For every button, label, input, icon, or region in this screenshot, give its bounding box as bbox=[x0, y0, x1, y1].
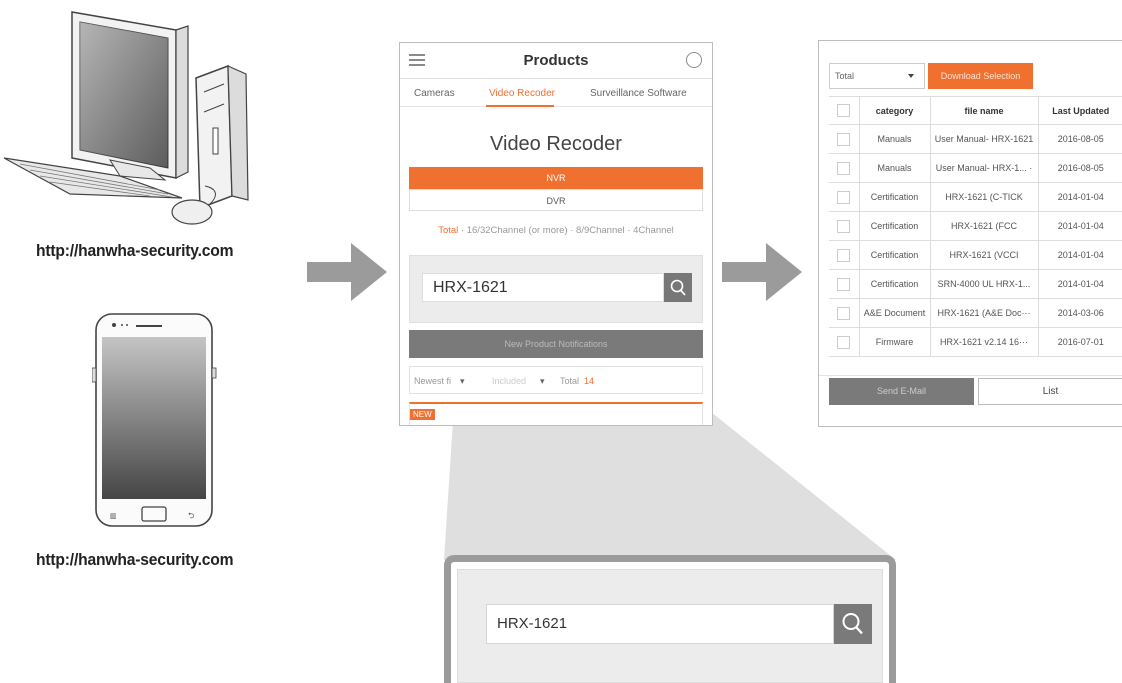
row-checkbox[interactable] bbox=[829, 240, 859, 270]
cell-file-name[interactable]: User Manual- HRX-1621 bbox=[929, 124, 1038, 154]
cell-updated: 2014-01-04 bbox=[1037, 240, 1122, 270]
search-input[interactable]: HRX-1621 bbox=[422, 273, 664, 302]
list-button[interactable]: List bbox=[978, 378, 1122, 405]
column-header-category: category bbox=[858, 96, 930, 125]
cell-file-name[interactable]: HRX-1621 v2.14 16··· bbox=[929, 327, 1038, 357]
table-row[interactable]: A&E Document HRX-1621 (A&E Doc··· 2014-0… bbox=[829, 298, 1122, 328]
cell-category: A&E Document bbox=[858, 298, 930, 328]
new-badge: NEW bbox=[410, 409, 435, 420]
section-heading: Video Recoder bbox=[490, 133, 622, 155]
total-label: Total bbox=[560, 376, 580, 386]
table-row[interactable]: Certification HRX-1621 (VCCI 2014-01-04 bbox=[829, 240, 1122, 270]
search-area: HRX-1621 bbox=[409, 255, 703, 323]
tab-cameras[interactable]: Cameras bbox=[414, 88, 455, 99]
cell-category: Manuals bbox=[858, 124, 930, 154]
table-row[interactable]: Firmware HRX-1621 v2.14 16··· 2016-07-01 bbox=[829, 327, 1122, 357]
search-icon bbox=[670, 279, 686, 296]
row-checkbox[interactable] bbox=[829, 327, 859, 357]
cell-category: Manuals bbox=[858, 153, 930, 183]
cell-category: Certification bbox=[858, 211, 930, 241]
cell-file-name[interactable]: User Manual- HRX-1... · bbox=[929, 153, 1038, 183]
tab-video-recoder[interactable]: Video Recoder bbox=[489, 88, 555, 99]
table-row[interactable]: Certification HRX-1621 (FCC 2014-01-04 bbox=[829, 211, 1122, 241]
table-row[interactable]: Certification SRN-4000 UL HRX-1... 2014-… bbox=[829, 269, 1122, 299]
cell-updated: 2014-01-04 bbox=[1037, 211, 1122, 241]
cell-file-name[interactable]: HRX-1621 (C-TICK bbox=[929, 182, 1038, 212]
chevron-down-icon: ▾ bbox=[460, 376, 465, 386]
cell-updated: 2014-01-04 bbox=[1037, 269, 1122, 299]
cell-file-name[interactable]: HRX-1621 (FCC bbox=[929, 211, 1038, 241]
document-type-value: Total bbox=[835, 71, 855, 81]
row-checkbox[interactable] bbox=[829, 182, 859, 212]
cell-file-name[interactable]: SRN-4000 UL HRX-1... bbox=[929, 269, 1038, 299]
cell-updated: 2016-07-01 bbox=[1037, 327, 1122, 357]
column-header-file-name: file name bbox=[929, 96, 1038, 125]
download-screen: Total Download Selection category file n… bbox=[818, 40, 1122, 427]
cell-updated: 2014-03-06 bbox=[1037, 298, 1122, 328]
column-header-last-updated: Last Updated bbox=[1037, 96, 1122, 125]
download-selection-button[interactable]: Download Selection bbox=[928, 63, 1033, 89]
cell-category: Certification bbox=[858, 182, 930, 212]
chevron-down-icon: ▾ bbox=[540, 376, 545, 386]
segment-nvr[interactable]: NVR bbox=[409, 167, 703, 189]
row-checkbox[interactable] bbox=[829, 269, 859, 299]
product-list-item[interactable]: NEW bbox=[409, 402, 703, 425]
cell-updated: 2016-08-05 bbox=[1037, 153, 1122, 183]
products-screen: Products Cameras Video Recoder Surveilla… bbox=[399, 42, 713, 426]
row-checkbox[interactable] bbox=[829, 153, 859, 183]
cell-file-name[interactable]: HRX-1621 (VCCI bbox=[929, 240, 1038, 270]
filter-16-32-channel[interactable]: 16/32Channel (or more) bbox=[467, 225, 568, 236]
category-tabs: Cameras Video Recoder Surveillance Softw… bbox=[400, 79, 712, 107]
app-header: Products bbox=[400, 43, 712, 79]
new-product-notifications-button[interactable]: New Product Notifications bbox=[409, 330, 703, 358]
zoomed-search-callout: HRX-1621 bbox=[444, 555, 896, 683]
cell-category: Certification bbox=[858, 240, 930, 270]
cell-category: Certification bbox=[858, 269, 930, 299]
table-header-row: category file name Last Updated bbox=[829, 96, 1122, 125]
document-type-select[interactable]: Total bbox=[829, 63, 925, 89]
select-all-checkbox[interactable] bbox=[829, 96, 859, 125]
caret-down-icon bbox=[908, 74, 914, 78]
channel-filter: Total · 16/32Channel (or more) · 8/9Chan… bbox=[438, 225, 674, 236]
search-icon bbox=[842, 613, 863, 635]
globe-icon[interactable] bbox=[686, 52, 702, 68]
sort-order-select[interactable]: Newest fi bbox=[414, 376, 451, 386]
filter-total[interactable]: Total bbox=[438, 225, 458, 236]
table-row[interactable]: Manuals User Manual- HRX-1621 2016-08-05 bbox=[829, 124, 1122, 154]
segment-dvr[interactable]: DVR bbox=[409, 189, 703, 211]
filter-8-9-channel[interactable]: 8/9Channel bbox=[576, 225, 625, 236]
zoomed-search-button[interactable] bbox=[834, 604, 872, 644]
total-count: 14 bbox=[584, 376, 595, 386]
cell-category: Firmware bbox=[858, 327, 930, 357]
page-title: Products bbox=[523, 52, 589, 69]
zoomed-search-input[interactable]: HRX-1621 bbox=[486, 604, 834, 644]
included-select[interactable]: Included bbox=[492, 376, 526, 386]
footer-divider bbox=[819, 375, 1122, 376]
row-checkbox[interactable] bbox=[829, 211, 859, 241]
active-tab-indicator bbox=[486, 105, 554, 107]
tab-surveillance-software[interactable]: Surveillance Software bbox=[590, 88, 687, 99]
table-row[interactable]: Certification HRX-1621 (C-TICK 2014-01-0… bbox=[829, 182, 1122, 212]
cell-updated: 2016-08-05 bbox=[1037, 124, 1122, 154]
table-row[interactable]: Manuals User Manual- HRX-1... · 2016-08-… bbox=[829, 153, 1122, 183]
filter-4-channel[interactable]: 4Channel bbox=[633, 225, 674, 236]
cell-file-name[interactable]: HRX-1621 (A&E Doc··· bbox=[929, 298, 1038, 328]
row-checkbox[interactable] bbox=[829, 124, 859, 154]
send-email-button[interactable]: Send E-Mail bbox=[829, 378, 974, 405]
file-table: category file name Last Updated Manuals … bbox=[829, 96, 1122, 357]
row-checkbox[interactable] bbox=[829, 298, 859, 328]
cell-updated: 2014-01-04 bbox=[1037, 182, 1122, 212]
search-button[interactable] bbox=[664, 273, 692, 302]
sort-row: Newest fi ▾ Included ▾ Total 14 bbox=[409, 366, 703, 394]
zoomed-search-area: HRX-1621 bbox=[457, 569, 883, 683]
